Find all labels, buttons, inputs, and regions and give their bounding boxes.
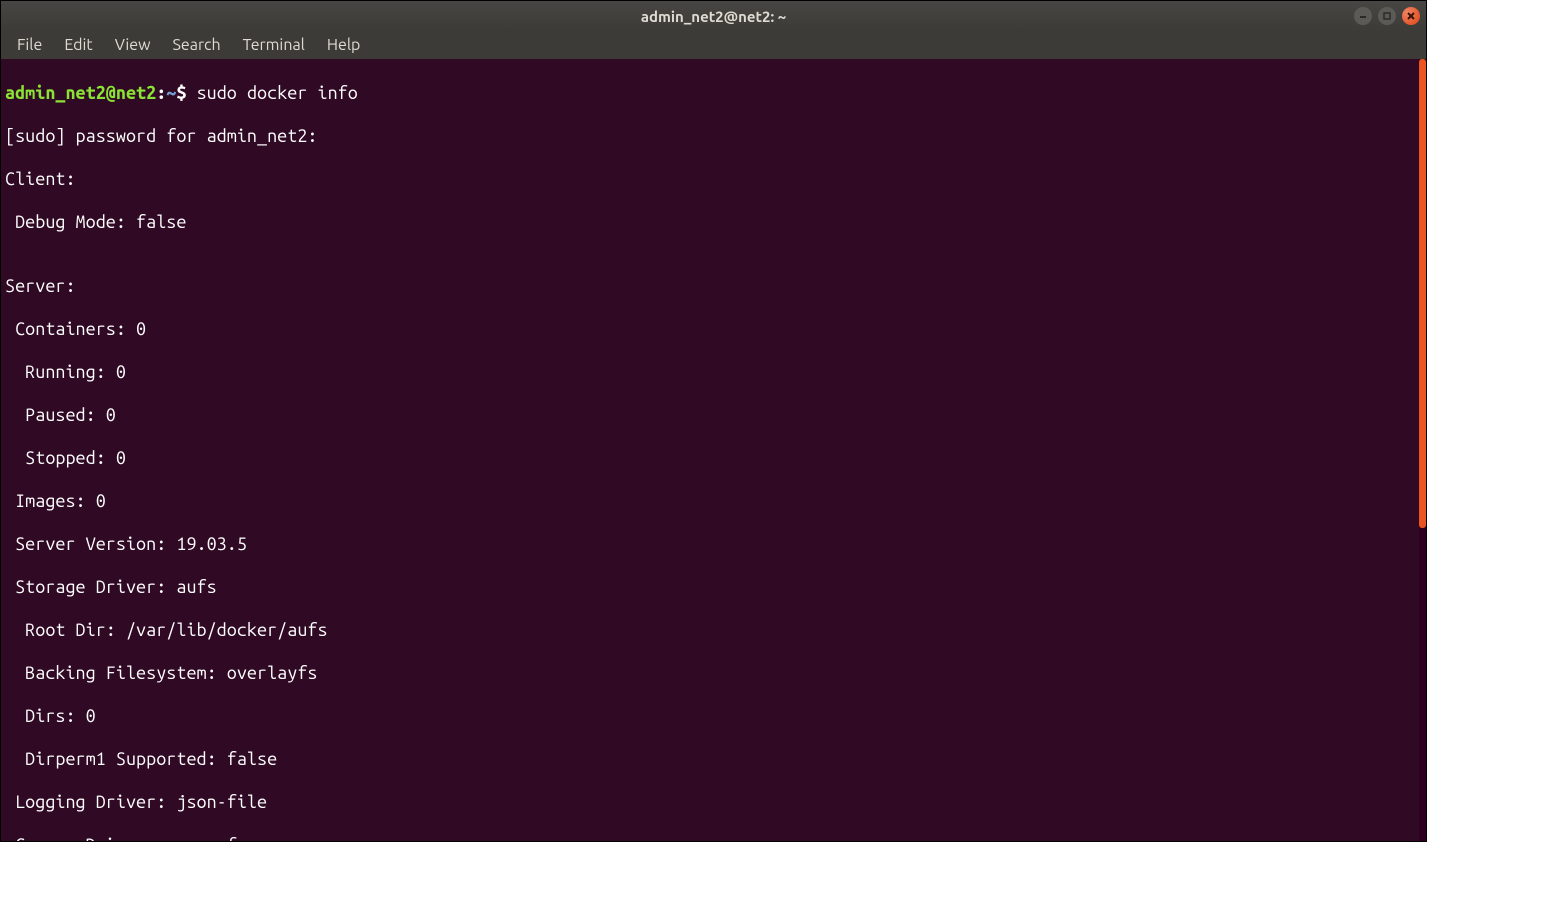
- minimize-button[interactable]: [1354, 7, 1372, 25]
- output-line: Running: 0: [5, 362, 1422, 384]
- menu-terminal[interactable]: Terminal: [233, 33, 315, 57]
- menu-view[interactable]: View: [105, 33, 161, 57]
- output-line: Logging Driver: json-file: [5, 792, 1422, 814]
- output-line: Server Version: 19.03.5: [5, 534, 1422, 556]
- menu-edit[interactable]: Edit: [54, 33, 102, 57]
- window-title: admin_net2@net2: ~: [641, 8, 786, 25]
- close-icon: [1406, 11, 1416, 21]
- output-line: Server:: [5, 276, 1422, 298]
- output-line: Images: 0: [5, 491, 1422, 513]
- output-line: Backing Filesystem: overlayfs: [5, 663, 1422, 685]
- minimize-icon: [1358, 11, 1368, 21]
- prompt-userhost: admin_net2@net2: [5, 83, 156, 103]
- scrollbar[interactable]: [1419, 59, 1426, 841]
- output-line: Containers: 0: [5, 319, 1422, 341]
- scroll-thumb[interactable]: [1419, 59, 1426, 528]
- output-line: Stopped: 0: [5, 448, 1422, 470]
- maximize-icon: [1382, 11, 1392, 21]
- window-controls: [1354, 7, 1420, 25]
- output-line: Root Dir: /var/lib/docker/aufs: [5, 620, 1422, 642]
- command-text: sudo docker info: [197, 83, 358, 103]
- output-line: Cgroup Driver: cgroupfs: [5, 835, 1422, 841]
- terminal-output[interactable]: admin_net2@net2:~$ sudo docker info [sud…: [1, 59, 1426, 841]
- output-line: Dirs: 0: [5, 706, 1422, 728]
- output-line: Client:: [5, 169, 1422, 191]
- menubar: File Edit View Search Terminal Help: [1, 31, 1426, 59]
- output-line: [sudo] password for admin_net2:: [5, 126, 1422, 148]
- prompt-sep: :: [156, 83, 166, 103]
- output-line: Dirperm1 Supported: false: [5, 749, 1422, 771]
- terminal-window: admin_net2@net2: ~ File Edit View Search…: [0, 0, 1427, 842]
- menu-file[interactable]: File: [7, 33, 52, 57]
- output-line: Storage Driver: aufs: [5, 577, 1422, 599]
- prompt-line: admin_net2@net2:~$ sudo docker info: [5, 83, 1422, 105]
- output-line: Paused: 0: [5, 405, 1422, 427]
- maximize-button[interactable]: [1378, 7, 1396, 25]
- prompt-dollar: $: [176, 83, 196, 103]
- titlebar: admin_net2@net2: ~: [1, 1, 1426, 31]
- output-line: Debug Mode: false: [5, 212, 1422, 234]
- prompt-path: ~: [166, 83, 176, 103]
- menu-help[interactable]: Help: [317, 33, 371, 57]
- menu-search[interactable]: Search: [163, 33, 231, 57]
- close-button[interactable]: [1402, 7, 1420, 25]
